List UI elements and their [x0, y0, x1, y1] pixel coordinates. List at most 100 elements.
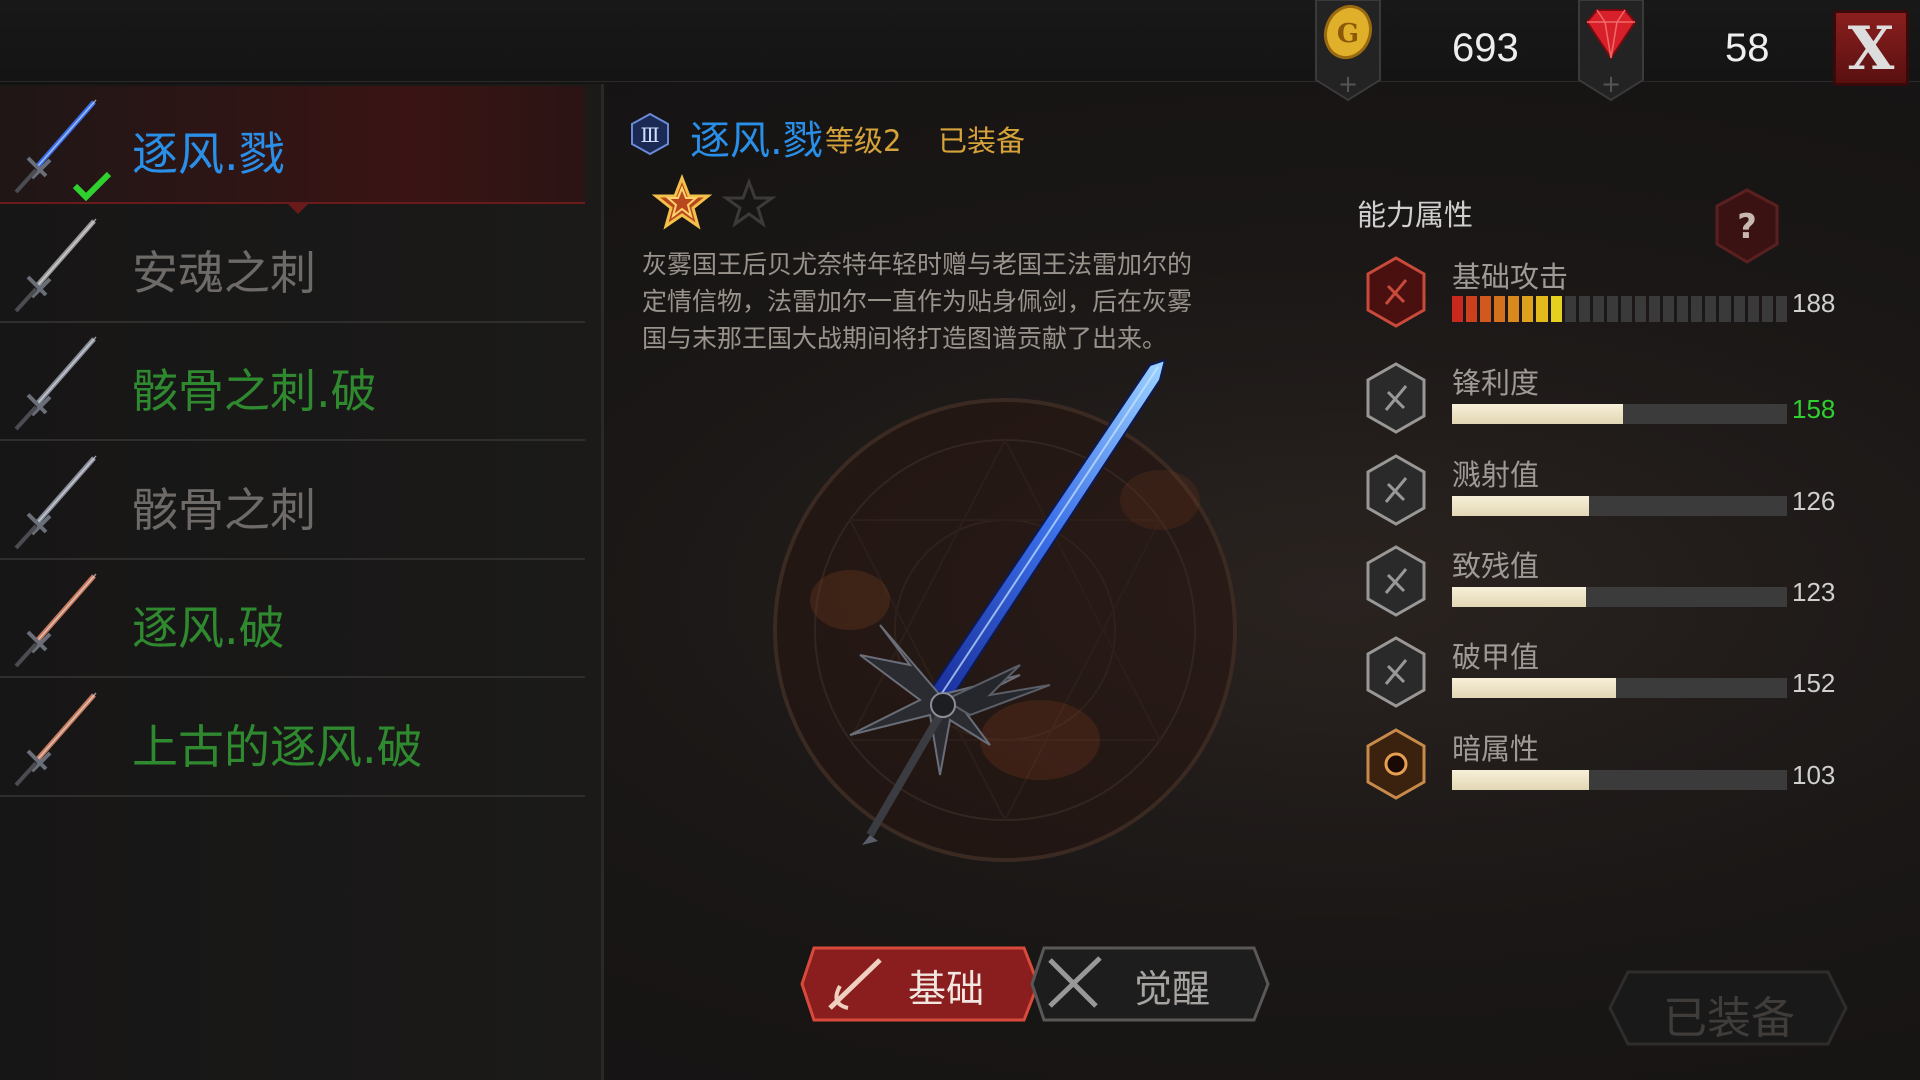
star-empty-icon [721, 177, 777, 228]
weapon-name: 逐风.破 [132, 601, 285, 655]
attribute-bar-fill [1452, 678, 1617, 698]
help-icon: ? [1737, 207, 1757, 247]
weapon-name: 上古的逐风.破 [132, 719, 423, 774]
gem-amount: 58 [1725, 26, 1770, 70]
item-name: 逐风.戮 [690, 118, 823, 164]
attribute-bar [1452, 296, 1787, 322]
attribute-bar-segment [1508, 296, 1520, 322]
weapon-list-item[interactable]: 骸骨之刺 [0, 442, 585, 560]
attribute-bar-segment [1494, 296, 1506, 322]
attribute-bar-segment [1747, 296, 1759, 322]
attribute-bar-segment [1635, 296, 1647, 322]
tier-badge-text: Ⅲ [640, 123, 659, 147]
attribute-value: 126 [1792, 486, 1836, 516]
attribute-bar-segment [1522, 296, 1534, 322]
gold-amount: 693 [1452, 26, 1519, 70]
weapon-name: 安魂之刺 [132, 245, 316, 300]
item-description: 灰雾国王后贝尤奈特年轻时赠与老国王法雷加尔的 定情信物，法雷加尔一直作为贴身佩剑… [642, 246, 1242, 357]
attribute-bar-segment [1578, 296, 1590, 322]
equip-button-label: 已装备 [1663, 993, 1795, 1044]
attribute-name: 暗属性 [1452, 732, 1540, 766]
weapon-name: 逐风.戮 [132, 127, 285, 181]
attribute-row: 破甲值 152 [1364, 634, 1844, 718]
attribute-bar-segment [1775, 296, 1787, 322]
item-level: 等级2 [825, 124, 902, 158]
attribute-bar-segment [1663, 296, 1675, 322]
attribute-bar [1452, 587, 1787, 607]
attribute-bar-segment [1649, 296, 1661, 322]
cripple-icon [1364, 545, 1428, 621]
weapon-name: 骸骨之刺.破 [132, 364, 377, 418]
attribute-bar-segment [1677, 296, 1689, 322]
attack-icon [1364, 256, 1428, 332]
attribute-bar-segment [1761, 296, 1773, 322]
attribute-bar-segment [1536, 296, 1548, 322]
svg-text:+: + [1601, 70, 1621, 98]
weapon-list-item[interactable]: 逐风.戮 [0, 86, 585, 204]
equip-button[interactable]: 已装备 [1608, 970, 1848, 1046]
sword-icon [6, 331, 110, 435]
sword-icon [6, 450, 110, 554]
attribute-bar-fill [1452, 404, 1623, 424]
attribute-row: 溅射值 126 [1364, 452, 1844, 536]
attribute-value: 123 [1792, 577, 1836, 607]
top-bar: G + 693 + 58 X [0, 0, 1920, 102]
sword-artwork [820, 355, 1180, 845]
attribute-bar-segment [1606, 296, 1618, 322]
tier-badge-icon: Ⅲ [628, 112, 672, 160]
sword-icon [6, 213, 110, 317]
attribute-value: 188 [1792, 288, 1836, 318]
equipped-check-icon [72, 170, 112, 206]
star-rating [651, 173, 782, 238]
weapon-list-item[interactable]: 骸骨之刺.破 [0, 323, 585, 441]
description-line: 灰雾国王后贝尤奈特年轻时赠与老国王法雷加尔的 [642, 250, 1193, 279]
attribute-bar [1452, 770, 1787, 790]
weapon-list-item[interactable]: 逐风.破 [0, 560, 585, 678]
sharpness-icon [1364, 362, 1428, 438]
attribute-bar-segment [1466, 296, 1478, 322]
weapon-list-item[interactable]: 上古的逐风.破 [0, 679, 585, 797]
tab-awaken-label: 觉醒 [1134, 967, 1211, 1011]
weapon-list-item[interactable]: 安魂之刺 [0, 205, 585, 323]
dark-element-icon [1364, 728, 1428, 804]
tab-awaken[interactable]: 觉醒 [1030, 946, 1270, 1022]
attribute-bar-fill [1452, 587, 1586, 607]
armor-break-icon [1364, 636, 1428, 712]
weapon-name: 骸骨之刺 [132, 482, 316, 537]
description-line: 定情信物，法雷加尔一直作为贴身佩剑，后在灰雾 [642, 287, 1193, 316]
attribute-name: 溅射值 [1452, 458, 1540, 492]
attribute-name: 基础攻击 [1452, 260, 1569, 294]
attribute-bar-segment [1733, 296, 1745, 322]
sword-icon [6, 568, 110, 672]
attribute-bar-segment [1620, 296, 1633, 322]
tab-basic-label: 基础 [908, 967, 985, 1011]
star-filled-icon [651, 173, 713, 230]
gold-coin-icon[interactable]: G + [1310, 0, 1386, 104]
attribute-row: 致残值 123 [1364, 543, 1844, 627]
attribute-bar-segment [1592, 296, 1604, 322]
svg-text:+: + [1338, 70, 1358, 98]
attributes-title: 能力属性 [1357, 198, 1474, 232]
attribute-bar-segment [1691, 296, 1703, 322]
attribute-name: 破甲值 [1452, 640, 1540, 674]
attribute-row: 基础攻击 188 [1364, 254, 1844, 338]
attribute-bar-fill [1452, 496, 1590, 516]
sword-icon [6, 687, 110, 791]
selection-caret [288, 204, 308, 214]
attribute-row: 锋利度 158 [1364, 360, 1844, 444]
attribute-bar-segment [1719, 296, 1731, 322]
attribute-bar-segment [1705, 296, 1717, 322]
attribute-value: 152 [1792, 668, 1836, 698]
close-button[interactable]: X [1833, 10, 1909, 86]
attribute-bar-fill [1452, 770, 1590, 790]
attribute-bar-segment [1550, 296, 1562, 322]
ruby-gem-icon[interactable]: + [1573, 0, 1649, 104]
attribute-bar [1452, 496, 1787, 516]
attribute-name: 致残值 [1452, 549, 1540, 583]
attribute-value: 158 [1792, 394, 1836, 424]
attribute-bar-segment [1564, 296, 1576, 322]
attribute-bar [1452, 678, 1787, 698]
tab-basic[interactable]: 基础 [800, 946, 1040, 1022]
equipped-status: 已装备 [938, 124, 1026, 158]
attribute-row: 暗属性 103 [1364, 726, 1844, 810]
